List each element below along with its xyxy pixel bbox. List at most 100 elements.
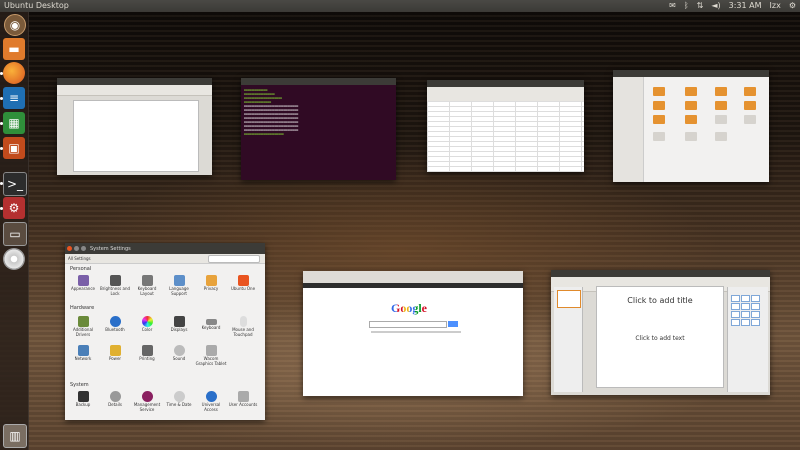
user-name[interactable]: Izx (770, 0, 781, 12)
folder-icon[interactable] (653, 87, 665, 96)
window-toolbar (57, 85, 212, 96)
settings-item-keyboard-layout[interactable]: Keyboard Layout (131, 275, 163, 296)
settings-item-backup[interactable]: Backup (67, 391, 99, 408)
layout-option[interactable] (751, 303, 760, 310)
slide-pane (554, 287, 583, 392)
dvd-icon[interactable] (3, 248, 25, 270)
trash-icon[interactable]: ▥ (3, 424, 27, 448)
layout-option[interactable] (731, 311, 740, 318)
folder-icon[interactable] (715, 87, 727, 96)
indicator-area: ✉ ᛒ ⇅ ◄) 3:31 AM Izx ⚙ (669, 0, 796, 12)
terminal-output: ▬▬▬▬▬▬▬▬▬▬▬▬▬ ▬▬▬▬▬▬▬▬▬▬▬▬▬▬▬▬▬ ▬▬▬▬▬▬▬▬… (244, 88, 299, 136)
layout-option[interactable] (751, 295, 760, 302)
folder-icon[interactable] (744, 101, 756, 110)
dash-home-icon[interactable]: ◉ (4, 14, 26, 36)
running-indicator (0, 147, 3, 150)
minimize-icon[interactable] (74, 246, 79, 251)
window-system-settings[interactable]: System Settings All Settings Personal Ap… (65, 243, 265, 420)
sound-icon[interactable]: ◄) (711, 0, 720, 12)
running-indicator (0, 122, 3, 125)
display-icon (173, 316, 185, 327)
file-icon[interactable] (715, 115, 727, 124)
bluetooth-icon[interactable]: ᛒ (684, 0, 689, 12)
settings-item-user-accounts[interactable]: User Accounts (227, 391, 259, 408)
language-icon (173, 275, 185, 286)
layout-option[interactable] (741, 311, 750, 318)
file-icon[interactable] (653, 132, 665, 141)
file-icon[interactable] (685, 132, 697, 141)
window-writer[interactable] (57, 78, 212, 175)
section-hardware: Hardware (70, 305, 95, 311)
libreoffice-writer-icon[interactable]: ≡ (3, 87, 25, 109)
gear-icon[interactable]: ⚙ (789, 0, 796, 12)
folder-icon[interactable] (653, 101, 665, 110)
settings-item-keyboard[interactable]: Keyboard (195, 316, 227, 331)
settings-item-management[interactable]: Management Service (131, 391, 163, 412)
system-settings-icon[interactable]: ⚙ (3, 197, 25, 219)
settings-item-sound[interactable]: Sound (163, 345, 195, 362)
settings-item-appearance[interactable]: Appearance (67, 275, 99, 292)
layout-option[interactable] (731, 319, 740, 326)
slide-thumbnail[interactable] (557, 290, 581, 308)
settings-item-displays[interactable]: Displays (163, 316, 195, 333)
title-placeholder[interactable]: Click to add title (597, 296, 723, 305)
window-browser[interactable]: Google (303, 271, 523, 396)
layout-option[interactable] (731, 303, 740, 310)
libreoffice-calc-icon[interactable]: ▦ (3, 112, 25, 134)
layout-option[interactable] (741, 319, 750, 326)
files-sidebar (613, 77, 644, 182)
messaging-icon[interactable]: ✉ (669, 0, 676, 12)
settings-item-brightness[interactable]: Brightness and Lock (99, 275, 131, 296)
workspace-switcher-icon[interactable]: ▭ (3, 222, 27, 246)
layout-option[interactable] (741, 295, 750, 302)
settings-item-power[interactable]: Power (99, 345, 131, 362)
settings-item-universal-access[interactable]: Universal Access (195, 391, 227, 412)
folder-icon[interactable] (685, 115, 697, 124)
window-calc[interactable] (427, 80, 584, 172)
layout-option[interactable] (751, 319, 760, 326)
settings-item-additional-drivers[interactable]: Additional Drivers (67, 316, 99, 337)
layout-option[interactable] (741, 303, 750, 310)
settings-item-privacy[interactable]: Privacy (195, 275, 227, 292)
window-files[interactable] (613, 70, 769, 182)
bluetooth-icon (109, 316, 121, 327)
file-icon[interactable] (715, 132, 727, 141)
settings-item-color[interactable]: Color (131, 316, 163, 333)
window-impress[interactable]: Click to add title Click to add text (551, 270, 770, 395)
terminal-icon[interactable]: >_ (3, 172, 27, 196)
network-icon[interactable]: ⇅ (697, 0, 704, 12)
settings-item-wacom[interactable]: Wacom Graphics Tablet (195, 345, 227, 366)
folder-icon[interactable] (653, 115, 665, 124)
settings-item-ubuntu-one[interactable]: Ubuntu One (227, 275, 259, 292)
maximize-icon[interactable] (81, 246, 86, 251)
all-settings-button[interactable]: All Settings (68, 256, 91, 261)
firefox-icon[interactable] (3, 62, 25, 84)
settings-item-details[interactable]: Details (99, 391, 131, 408)
libreoffice-impress-icon[interactable]: ▣ (3, 137, 25, 159)
settings-item-bluetooth[interactable]: Bluetooth (99, 316, 131, 333)
settings-item-printing[interactable]: Printing (131, 345, 163, 362)
folder-icon[interactable] (744, 87, 756, 96)
search-button[interactable] (448, 321, 458, 327)
layout-option[interactable] (751, 311, 760, 318)
search-input[interactable] (369, 321, 447, 328)
search-input[interactable] (208, 255, 260, 263)
files-icon[interactable]: ▬ (3, 38, 25, 60)
window-terminal[interactable]: ▬▬▬▬▬▬▬▬▬▬▬▬▬ ▬▬▬▬▬▬▬▬▬▬▬▬▬▬▬▬▬ ▬▬▬▬▬▬▬▬… (241, 78, 396, 180)
slide-canvas[interactable]: Click to add title Click to add text (596, 286, 724, 388)
settings-item-language[interactable]: Language Support (163, 275, 195, 296)
folder-icon[interactable] (715, 101, 727, 110)
settings-item-time-date[interactable]: Time & Date (163, 391, 195, 408)
text-placeholder[interactable]: Click to add text (597, 335, 723, 342)
close-icon[interactable] (67, 246, 72, 251)
layout-option[interactable] (731, 295, 740, 302)
folder-icon[interactable] (685, 87, 697, 96)
settings-item-mouse[interactable]: Mouse and Touchpad (227, 316, 259, 337)
keyboard-layout-icon (141, 275, 153, 286)
clock[interactable]: 3:31 AM (729, 0, 762, 12)
file-icon[interactable] (744, 115, 756, 124)
folder-icon[interactable] (685, 101, 697, 110)
settings-item-network[interactable]: Network (67, 345, 99, 362)
user-icon (237, 391, 249, 402)
section-system: System (70, 382, 89, 388)
